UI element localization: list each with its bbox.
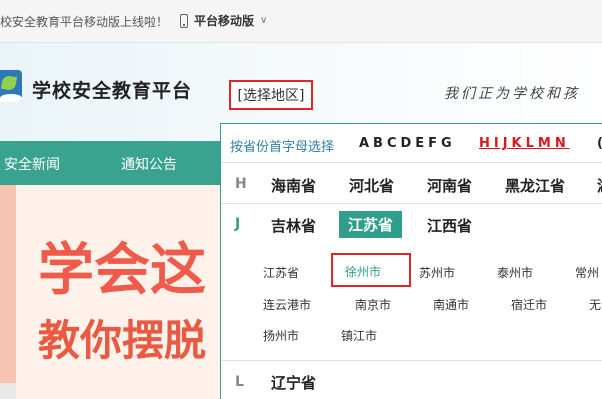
- city-xuzhou-label: 徐州市: [345, 265, 382, 279]
- letter-filter-bar: 按省份首字母选择 ABCDEFG HIJKLMN (: [221, 124, 602, 162]
- select-region-button[interactable]: [选择地区]: [229, 80, 313, 110]
- city-jiangsu-all[interactable]: 江苏省: [263, 264, 299, 281]
- letter-tag-j: J: [235, 216, 241, 232]
- banner-stripe: [0, 185, 16, 399]
- province-jilin[interactable]: 吉林省: [271, 215, 316, 236]
- city-nantong[interactable]: 南通市: [433, 296, 469, 313]
- province-hu-partial[interactable]: 湖: [597, 175, 602, 196]
- logo-icon[interactable]: [0, 70, 22, 102]
- city-taizhou[interactable]: 泰州市: [497, 264, 533, 281]
- city-xuzhou[interactable]: 徐州市: [331, 253, 411, 287]
- province-henan[interactable]: 河南省: [427, 175, 472, 196]
- city-wuxi[interactable]: 无: [589, 296, 601, 313]
- divider: [221, 203, 602, 204]
- nav-item-safety-news[interactable]: 安全新闻: [4, 154, 60, 174]
- top-bar: 校安全教育平台移动版上线啦！ 平台移动版 ∨: [0, 0, 602, 43]
- phone-icon: [180, 13, 188, 28]
- chevron-down-icon: ∨: [260, 15, 268, 26]
- banner-headline: 学会这: [38, 238, 206, 303]
- mobile-version-label: 平台移动版: [194, 14, 255, 28]
- city-suqian[interactable]: 宿迁市: [511, 296, 547, 313]
- letter-group-h-n[interactable]: HIJKLMN: [479, 136, 570, 151]
- mobile-version-link[interactable]: 平台移动版 ∨: [180, 12, 267, 29]
- city-changzhou[interactable]: 常州: [575, 264, 599, 281]
- city-yangzhou[interactable]: 扬州市: [263, 327, 299, 344]
- province-heilongjiang[interactable]: 黑龙江省: [505, 175, 565, 196]
- province-jiangxi[interactable]: 江西省: [427, 215, 472, 236]
- letter-group-o-next[interactable]: (: [597, 136, 602, 151]
- letter-tag-l: L: [235, 374, 244, 390]
- letter-group-a-g[interactable]: ABCDEFG: [359, 136, 456, 151]
- province-liaoning[interactable]: 辽宁省: [271, 372, 316, 393]
- province-hebei[interactable]: 河北省: [349, 175, 394, 196]
- banner-subheadline: 教你摆脱: [38, 316, 207, 365]
- mobile-notice[interactable]: 校安全教育平台移动版上线啦！: [0, 13, 168, 30]
- letter-tag-h: H: [235, 176, 247, 192]
- site-title[interactable]: 学校安全教育平台: [32, 76, 192, 103]
- city-lianyungang[interactable]: 连云港市: [263, 296, 311, 313]
- city-nanjing[interactable]: 南京市: [355, 296, 391, 313]
- city-zhenjiang[interactable]: 镇江市: [341, 327, 377, 344]
- city-suzhou[interactable]: 苏州市: [419, 264, 455, 281]
- province-jiangsu[interactable]: 江苏省: [339, 211, 403, 238]
- province-hainan[interactable]: 海南省: [271, 175, 316, 196]
- nav-item-notices[interactable]: 通知公告: [121, 154, 177, 174]
- region-picker-dropdown: 按省份首字母选择 ABCDEFG HIJKLMN ( H 海南省 河北省 河南省…: [220, 123, 602, 399]
- divider: [221, 162, 602, 163]
- divider: [221, 360, 602, 361]
- slogan: 我们正为学校和孩: [444, 86, 580, 102]
- letter-filter-hint: 按省份首字母选择: [230, 140, 335, 155]
- banner-corner: [0, 383, 16, 399]
